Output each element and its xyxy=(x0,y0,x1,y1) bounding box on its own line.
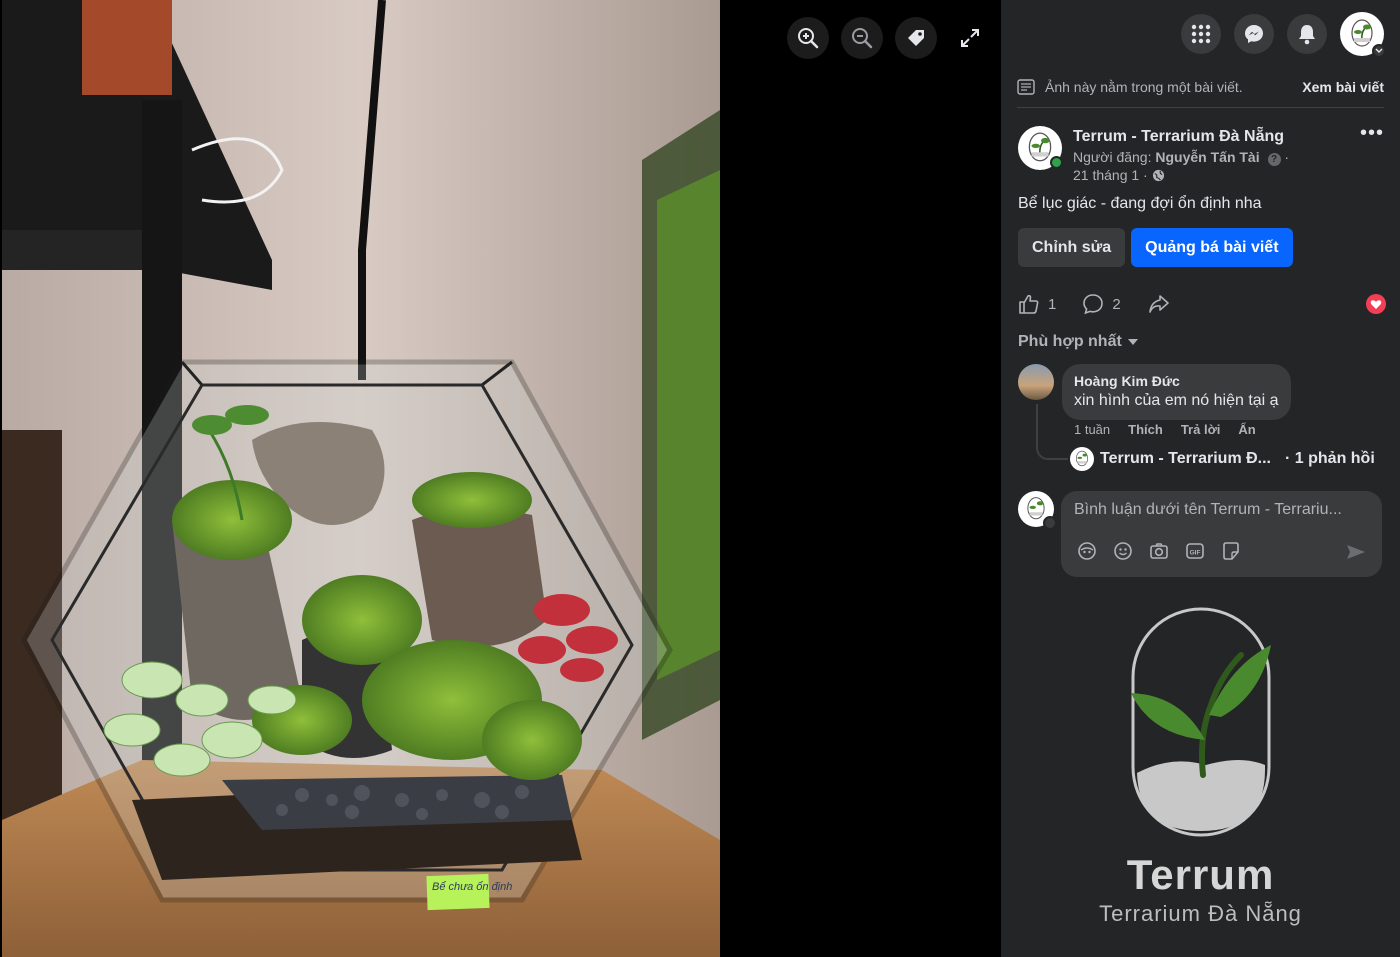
post-header: Terrum - Terrarium Đà Nẵng Người đăng: N… xyxy=(1018,123,1384,184)
comment-actions: 1 tuần Thích Trả lời Ẩn xyxy=(1074,422,1256,437)
page-name[interactable]: Terrum - Terrarium Đà Nẵng xyxy=(1073,126,1356,148)
avatar-sticker-icon[interactable] xyxy=(1077,541,1097,561)
messenger-icon[interactable] xyxy=(1234,14,1274,54)
commenter-name[interactable]: Hoàng Kim Đức xyxy=(1074,372,1279,390)
brand-title: Terrum xyxy=(1126,851,1275,898)
top-navigation xyxy=(1001,0,1400,64)
comment-like-button[interactable]: Thích xyxy=(1128,422,1163,437)
gif-icon[interactable]: GIF xyxy=(1185,541,1205,561)
edit-button[interactable]: Chỉnh sửa xyxy=(1018,228,1126,267)
comment-input[interactable]: Bình luận dưới tên Terrum - Terrariu... … xyxy=(1061,491,1382,577)
post-side-panel: Ảnh này nằm trong một bài viết. Xem bài … xyxy=(1001,0,1400,957)
caret-down-icon xyxy=(1127,339,1138,345)
viewer-toolbar xyxy=(787,17,991,59)
online-status-dot xyxy=(1050,156,1063,169)
reaction-bar: 1 2 xyxy=(1018,290,1386,318)
heart-reaction-icon[interactable] xyxy=(1366,294,1386,314)
comment-sort-dropdown[interactable]: Phù hợp nhất xyxy=(1018,333,1138,351)
sticker-icon[interactable] xyxy=(1221,541,1241,561)
globe-icon xyxy=(1152,169,1164,182)
comment-composer: Bình luận dưới tên Terrum - Terrariu... … xyxy=(1018,491,1382,577)
apps-grid-icon[interactable] xyxy=(1181,14,1221,54)
chevron-down-icon xyxy=(1372,44,1386,58)
thumbs-up-icon xyxy=(1019,294,1039,314)
reply-avatar xyxy=(1070,447,1094,471)
composer-avatar[interactable] xyxy=(1018,491,1057,530)
photo-pane: Bể chưa ổn định xyxy=(0,0,1000,957)
view-post-link[interactable]: Xem bài viết xyxy=(1302,79,1384,95)
comment-count: 2 xyxy=(1112,295,1121,313)
tag-icon[interactable] xyxy=(895,17,937,59)
boost-post-button[interactable]: Quảng bá bài viết xyxy=(1131,228,1293,267)
comment-bubble: Hoàng Kim Đức xin hình của em nó hiện tạ… xyxy=(1062,364,1291,420)
post-date[interactable]: 21 tháng 1 · xyxy=(1073,167,1148,183)
sticky-note-text: Bể chưa ổn định xyxy=(432,881,512,893)
comment-time[interactable]: 1 tuần xyxy=(1074,422,1110,437)
svg-text:GIF: GIF xyxy=(1190,550,1201,557)
sort-label: Phù hợp nhất xyxy=(1018,333,1122,350)
camera-icon[interactable] xyxy=(1149,541,1169,561)
comment-placeholder: Bình luận dưới tên Terrum - Terrariu... xyxy=(1074,501,1342,518)
comment-icon xyxy=(1083,294,1104,315)
photo-viewer: Bể chưa ổn định Ảnh này nằm trong một bà… xyxy=(0,0,1400,957)
comment-reply-button[interactable]: Trả lời xyxy=(1181,422,1221,437)
terrarium-photo[interactable]: Bể chưa ổn định xyxy=(2,0,720,957)
share-action[interactable] xyxy=(1147,293,1171,315)
share-icon xyxy=(1148,295,1169,313)
like-count: 1 xyxy=(1048,295,1057,313)
notice-text: Ảnh này nằm trong một bài viết. xyxy=(1045,78,1243,95)
comment-text: xin hình của em nó hiện tại ạ xyxy=(1074,392,1279,409)
reply-count: · 1 phản hồi xyxy=(1285,450,1375,467)
post-notice: Ảnh này nằm trong một bài viết. Xem bài … xyxy=(1017,72,1384,108)
zoom-out-icon[interactable] xyxy=(841,17,883,59)
chevron-down-icon xyxy=(1043,516,1057,530)
send-icon[interactable] xyxy=(1346,543,1366,561)
brand-watermark: Terrum Terrarium Đà Nẵng xyxy=(1001,605,1400,927)
profile-avatar[interactable] xyxy=(1340,12,1386,58)
zoom-in-icon[interactable] xyxy=(787,17,829,59)
reply-author: Terrum - Terrarium Đ... xyxy=(1100,450,1271,467)
comment-action[interactable]: 2 xyxy=(1082,293,1121,315)
bell-icon[interactable] xyxy=(1287,14,1327,54)
fullscreen-icon[interactable] xyxy=(949,17,991,59)
post-caption: Bể lục giác - đang đợi ổn định nha xyxy=(1018,195,1262,212)
post-actions: Chỉnh sửa Quảng bá bài viết xyxy=(1018,228,1293,267)
commenter-avatar[interactable] xyxy=(1018,364,1054,400)
like-action[interactable]: 1 xyxy=(1018,293,1056,315)
terrum-logo xyxy=(1130,607,1271,837)
poster-prefix: Người đăng: xyxy=(1073,149,1156,165)
more-options-icon[interactable]: ••• xyxy=(1356,123,1384,184)
brand-subtitle: Terrarium Đà Nẵng xyxy=(1099,901,1302,926)
view-replies[interactable]: Terrum - Terrarium Đ... · 1 phản hồi xyxy=(1070,447,1375,471)
comment-hide-button[interactable]: Ẩn xyxy=(1238,422,1255,437)
composer-tools: GIF xyxy=(1077,541,1241,561)
poster-name[interactable]: Nguyễn Tấn Tài xyxy=(1155,149,1259,165)
document-icon xyxy=(1017,78,1035,95)
comment-item: Hoàng Kim Đức xin hình của em nó hiện tạ… xyxy=(1018,364,1291,420)
emoji-icon[interactable] xyxy=(1113,541,1133,561)
help-icon[interactable]: ? xyxy=(1267,153,1281,166)
